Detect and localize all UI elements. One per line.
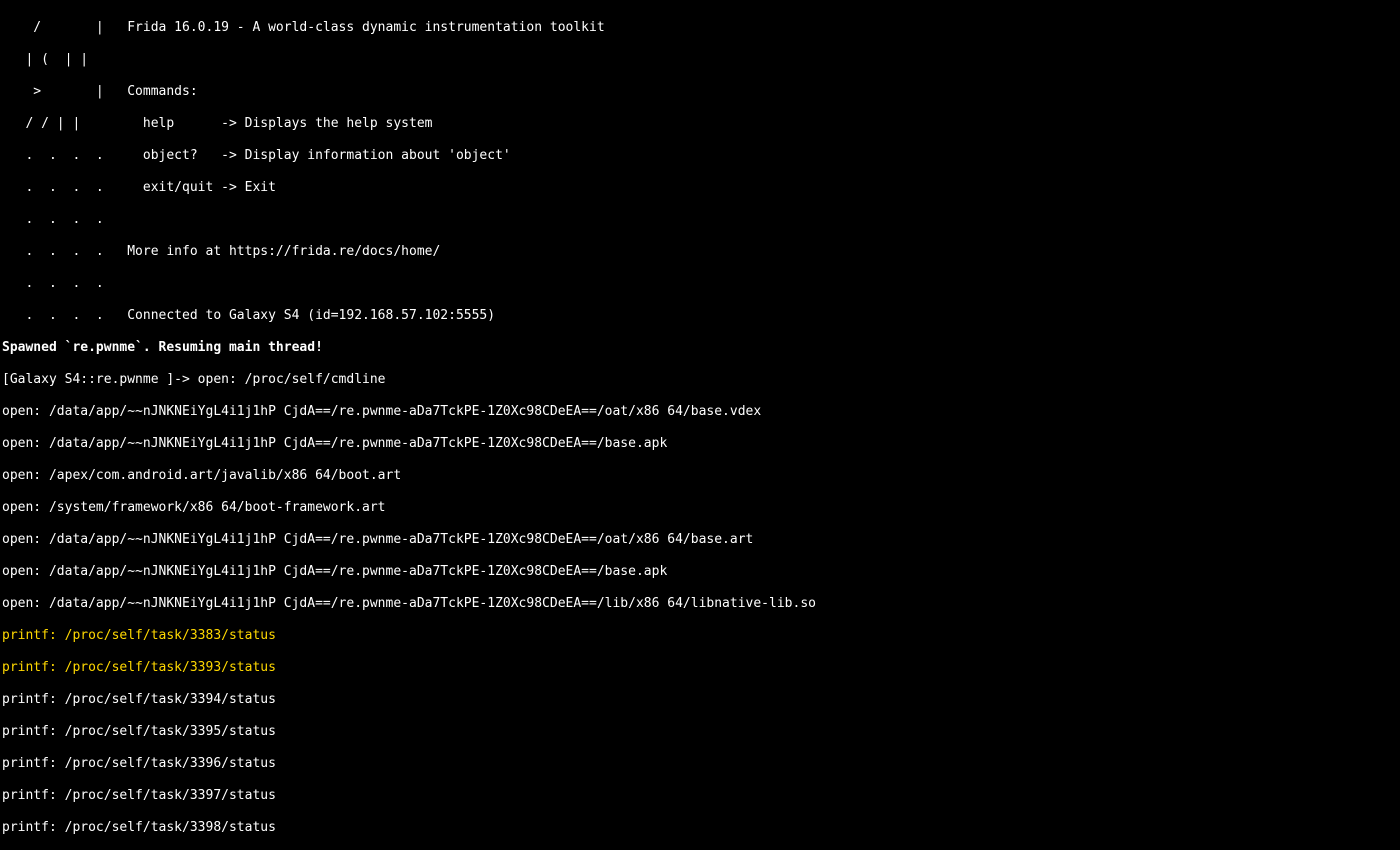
open-line: open: /apex/com.android.art/javalib/x86 … bbox=[2, 468, 1398, 484]
open-line: open: /data/app/~~nJNKNEiYgL4i1j1hP CjdA… bbox=[2, 564, 1398, 580]
open-line: open: /data/app/~~nJNKNEiYgL4i1j1hP CjdA… bbox=[2, 436, 1398, 452]
printf-line: printf: /proc/self/task/3395/status bbox=[2, 724, 1398, 740]
banner-line: . . . . exit/quit -> Exit bbox=[2, 180, 1398, 196]
open-line: open: /system/framework/x86 64/boot-fram… bbox=[2, 500, 1398, 516]
spawned-line: Spawned `re.pwnme`. Resuming main thread… bbox=[2, 340, 1398, 356]
open-line: open: /data/app/~~nJNKNEiYgL4i1j1hP CjdA… bbox=[2, 404, 1398, 420]
banner-line: . . . . Connected to Galaxy S4 (id=192.1… bbox=[2, 308, 1398, 324]
prompt-prefix: [Galaxy S4::re.pwnme ]-> bbox=[2, 372, 198, 387]
open-line: open: /data/app/~~nJNKNEiYgL4i1j1hP CjdA… bbox=[2, 596, 1398, 612]
banner-line: . . . . bbox=[2, 212, 1398, 228]
banner-line: | ( | | bbox=[2, 52, 1398, 68]
printf-highlight: printf: /proc/self/task/3393/status bbox=[2, 660, 1398, 676]
printf-line: printf: /proc/self/task/3396/status bbox=[2, 756, 1398, 772]
banner-line: . . . . More info at https://frida.re/do… bbox=[2, 244, 1398, 260]
banner-line: / | Frida 16.0.19 - A world-class dynami… bbox=[2, 20, 1398, 36]
printf-line: printf: /proc/self/task/3398/status bbox=[2, 820, 1398, 836]
terminal[interactable]: / | Frida 16.0.19 - A world-class dynami… bbox=[0, 0, 1400, 850]
printf-line: printf: /proc/self/task/3394/status bbox=[2, 692, 1398, 708]
banner-line: . . . . object? -> Display information a… bbox=[2, 148, 1398, 164]
banner-line: > | Commands: bbox=[2, 84, 1398, 100]
printf-line: printf: /proc/self/task/3397/status bbox=[2, 788, 1398, 804]
prompt-line: [Galaxy S4::re.pwnme ]-> open: /proc/sel… bbox=[2, 372, 1398, 388]
prompt-command: open: /proc/self/cmdline bbox=[198, 372, 386, 387]
banner-line: / / | | help -> Displays the help system bbox=[2, 116, 1398, 132]
banner-line: . . . . bbox=[2, 276, 1398, 292]
printf-highlight: printf: /proc/self/task/3383/status bbox=[2, 628, 1398, 644]
open-line: open: /data/app/~~nJNKNEiYgL4i1j1hP CjdA… bbox=[2, 532, 1398, 548]
